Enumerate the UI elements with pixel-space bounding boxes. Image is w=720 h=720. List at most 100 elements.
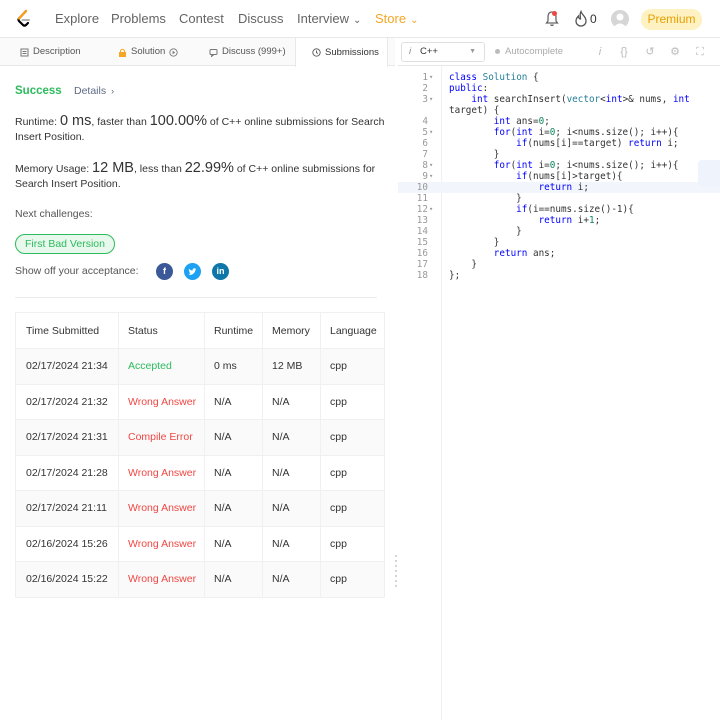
- fullscreen-icon[interactable]: ⛶: [693, 45, 707, 59]
- tab-solution[interactable]: Solution: [118, 38, 178, 66]
- autocomplete-toggle[interactable]: Autocomplete: [495, 46, 563, 57]
- column-header[interactable]: Memory: [272, 313, 310, 348]
- tab-description[interactable]: Description: [20, 38, 81, 66]
- code-line[interactable]: 4 int ans=0;: [398, 116, 720, 127]
- chat-icon: [209, 48, 218, 57]
- nav-discuss[interactable]: Discuss: [238, 11, 284, 26]
- submission-language: cpp: [330, 431, 347, 444]
- toggle-dot-icon: [495, 48, 500, 54]
- code-line[interactable]: 16 return ans;: [398, 248, 720, 259]
- code-line[interactable]: 11 }: [398, 193, 720, 204]
- submission-status[interactable]: Wrong Answer: [128, 562, 196, 597]
- code-line[interactable]: 12 ▾ if(i==nums.size()-1){: [398, 204, 720, 215]
- details-link[interactable]: Details ›: [74, 85, 114, 97]
- table-row[interactable]: 02/17/2024 21:11 Wrong Answer N/A N/A cpp: [16, 490, 384, 526]
- code-line[interactable]: 2 public:: [398, 83, 720, 94]
- column-header[interactable]: Time Submitted: [26, 313, 99, 348]
- memory-stat: Memory Usage: 12 MB, less than 22.99% of…: [15, 161, 387, 192]
- table-row[interactable]: 02/17/2024 21:32 Wrong Answer N/A N/A cpp: [16, 383, 384, 420]
- code-line[interactable]: 18};: [398, 270, 720, 281]
- code-editor[interactable]: 1 ▾ class Solution {2 public: 3 ▾ int searchI…: [398, 72, 720, 281]
- code-line[interactable]: 14 }: [398, 226, 720, 237]
- submission-runtime: N/A: [214, 502, 232, 515]
- code-line[interactable]: 15 }: [398, 237, 720, 248]
- code-line[interactable]: 9 ▾ if(nums[i]>target){: [398, 171, 720, 182]
- leetcode-logo[interactable]: [14, 9, 34, 29]
- code-line[interactable]: 3 ▾ int searchInsert(vector<int>& nums, i…: [398, 94, 720, 105]
- column-divider: [118, 313, 119, 597]
- line-number: 8: [422, 160, 428, 171]
- next-challenge-pill[interactable]: First Bad Version: [15, 234, 115, 254]
- code-text: return i;: [538, 182, 589, 193]
- fold-caret-icon[interactable]: ▾: [429, 160, 433, 171]
- table-row[interactable]: 02/16/2024 15:22 Wrong Answer N/A N/A cpp: [16, 561, 384, 597]
- editor-toolbar: i C++ ▼ Autocomplete i {} ↺ ⚙ ⛶: [398, 38, 720, 66]
- fire-icon[interactable]: [574, 10, 588, 28]
- submission-time: 02/17/2024 21:32: [26, 395, 108, 408]
- table-row[interactable]: 02/17/2024 21:34 Accepted 0 ms 12 MB cpp: [16, 348, 384, 384]
- nav-interview[interactable]: Interview ⌄: [297, 11, 361, 26]
- side-panel-tab[interactable]: [698, 160, 720, 186]
- line-number: 13: [416, 215, 428, 226]
- table-row[interactable]: 02/17/2024 21:28 Wrong Answer N/A N/A cpp: [16, 454, 384, 491]
- code-line[interactable]: 10 return i;: [398, 182, 720, 193]
- submission-status[interactable]: Wrong Answer: [128, 456, 196, 491]
- submission-status[interactable]: Wrong Answer: [128, 491, 196, 526]
- line-number: 14: [416, 226, 428, 237]
- avatar[interactable]: [611, 10, 629, 28]
- submission-status[interactable]: Compile Error: [128, 420, 193, 455]
- code-text: if(nums[i]==target) return i;: [516, 138, 679, 149]
- column-header[interactable]: Runtime: [214, 313, 253, 348]
- code-line[interactable]: 1 ▾ class Solution {: [398, 72, 720, 83]
- twitter-icon[interactable]: [184, 263, 201, 280]
- code-line[interactable]: 17 }: [398, 259, 720, 270]
- tab-submissions-label: Submissions: [325, 46, 379, 58]
- code-line[interactable]: 13 return i+1;: [398, 215, 720, 226]
- nav-store[interactable]: Store ⌄: [375, 11, 418, 26]
- fold-caret-icon[interactable]: ▾: [429, 72, 433, 83]
- linkedin-icon[interactable]: in: [212, 263, 229, 280]
- column-header[interactable]: Status: [128, 313, 158, 348]
- code-text: int searchInsert(vector<int>& nums, int: [471, 94, 690, 105]
- resize-handle[interactable]: [394, 555, 398, 589]
- code-line[interactable]: 6 if(nums[i]==target) return i;: [398, 138, 720, 149]
- code-line[interactable]: 5 ▾ for(int i=0; i<nums.size(); i++){: [398, 127, 720, 138]
- line-number: 11: [416, 193, 428, 204]
- tab-submissions[interactable]: Submissions: [295, 38, 388, 67]
- reset-icon[interactable]: ↺: [643, 45, 657, 59]
- fold-caret-icon[interactable]: ▾: [429, 204, 433, 215]
- column-divider: [320, 313, 321, 597]
- column-header[interactable]: Language: [330, 313, 377, 348]
- line-number: 9: [422, 171, 428, 182]
- code-line[interactable]: target) {: [398, 105, 720, 116]
- table-row[interactable]: 02/17/2024 21:31 Compile Error N/A N/A cpp: [16, 419, 384, 455]
- language-select[interactable]: i C++ ▼: [401, 42, 485, 62]
- code-line[interactable]: 7 }: [398, 149, 720, 160]
- submission-status[interactable]: Accepted: [128, 349, 172, 384]
- nav-contest[interactable]: Contest: [179, 11, 224, 26]
- info-icon[interactable]: i: [593, 45, 607, 59]
- table-row[interactable]: 02/16/2024 15:26 Wrong Answer N/A N/A cpp: [16, 525, 384, 562]
- tab-description-label: Description: [33, 46, 81, 57]
- code-text: if(nums[i]>target){: [516, 171, 623, 182]
- nav-problems[interactable]: Problems: [111, 11, 166, 26]
- fold-caret-icon[interactable]: ▾: [429, 127, 433, 138]
- settings-icon[interactable]: ⚙: [668, 45, 682, 59]
- facebook-icon[interactable]: f: [156, 263, 173, 280]
- fold-caret-icon[interactable]: ▾: [429, 171, 433, 182]
- code-line[interactable]: 8 ▾ for(int i=0; i<nums.size(); i++){: [398, 160, 720, 171]
- line-number: 16: [416, 248, 428, 259]
- submission-status[interactable]: Wrong Answer: [128, 385, 196, 420]
- fold-caret-icon[interactable]: ▾: [429, 94, 433, 105]
- memory-label: Memory Usage:: [15, 163, 93, 175]
- premium-button[interactable]: Premium: [641, 9, 702, 30]
- submission-language: cpp: [330, 466, 347, 479]
- braces-icon[interactable]: {}: [617, 45, 631, 59]
- nav-explore[interactable]: Explore: [55, 11, 99, 26]
- submission-time: 02/17/2024 21:11: [26, 502, 107, 515]
- submission-runtime: N/A: [214, 573, 232, 586]
- tab-discuss[interactable]: Discuss (999+): [209, 38, 286, 66]
- submission-status[interactable]: Wrong Answer: [128, 527, 196, 562]
- tab-discuss-label: Discuss (999+): [222, 46, 286, 57]
- autocomplete-label: Autocomplete: [505, 46, 564, 57]
